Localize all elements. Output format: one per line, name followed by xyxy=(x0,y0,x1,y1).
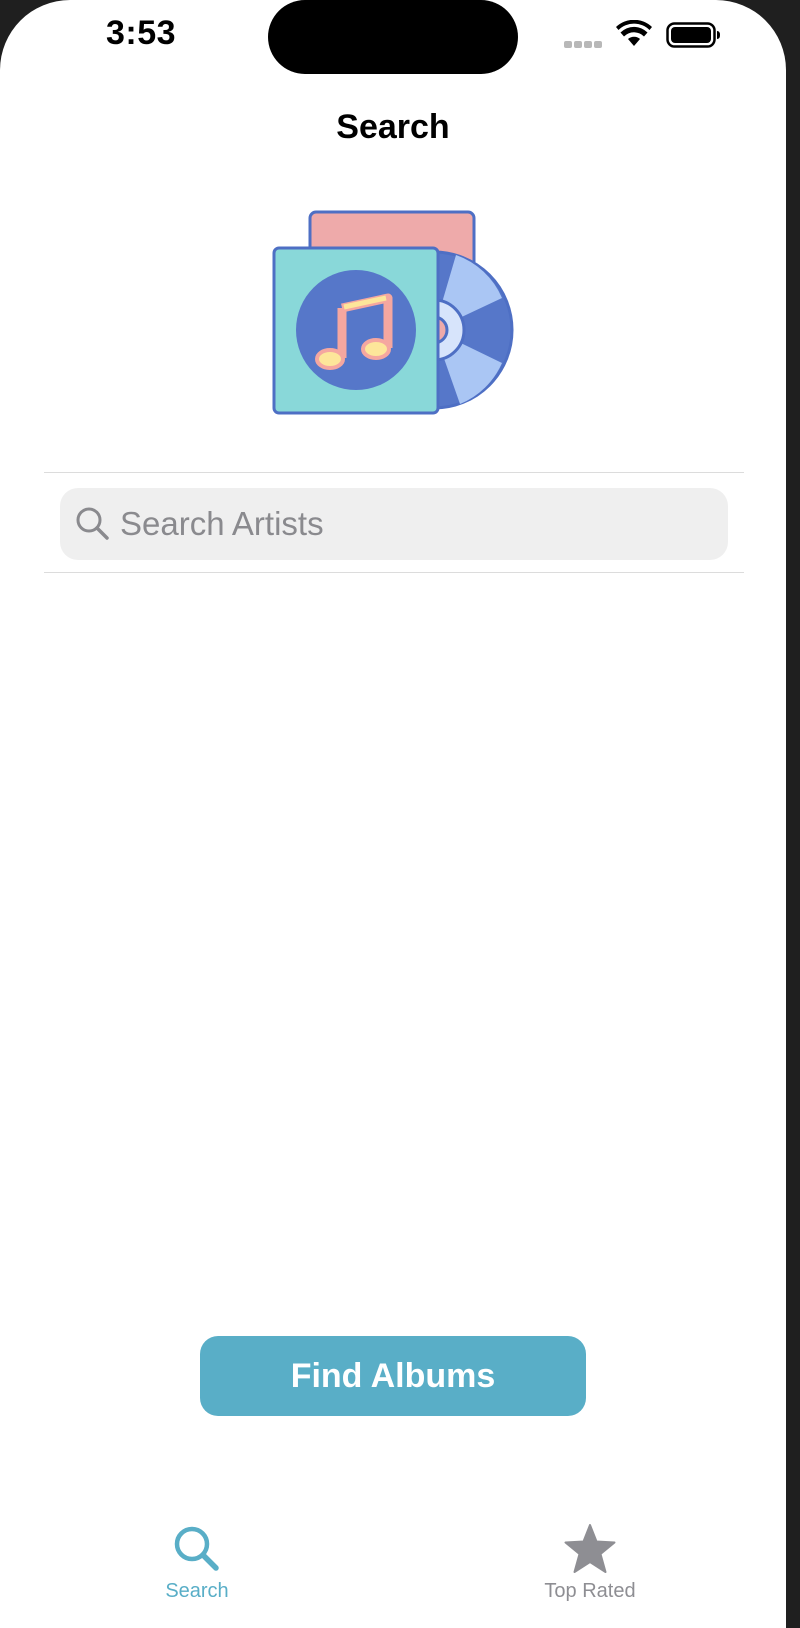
search-field[interactable] xyxy=(60,488,728,560)
app-screen: 3:53 Search Search Artists Find Albums S… xyxy=(0,0,786,1628)
dynamic-island xyxy=(268,0,518,74)
page-title: Search xyxy=(336,108,450,146)
music-album-cd-icon xyxy=(272,210,514,415)
tab-search[interactable]: Search xyxy=(117,1524,277,1624)
wifi-icon xyxy=(616,20,652,46)
status-time: 3:53 xyxy=(106,14,177,52)
tab-top-rated-label: Top Rated xyxy=(544,1580,636,1602)
search-icon xyxy=(76,507,109,540)
find-albums-button[interactable]: Find Albums xyxy=(200,1336,586,1416)
cellular-signal-icon xyxy=(564,41,604,49)
search-input[interactable] xyxy=(120,488,710,560)
tab-search-label: Search xyxy=(165,1580,229,1602)
search-icon xyxy=(174,1526,219,1571)
divider-bottom xyxy=(44,572,744,573)
tab-top-rated[interactable]: Top Rated xyxy=(510,1524,670,1624)
battery-icon xyxy=(666,22,720,48)
star-icon xyxy=(564,1524,616,1573)
divider-top xyxy=(44,472,744,473)
